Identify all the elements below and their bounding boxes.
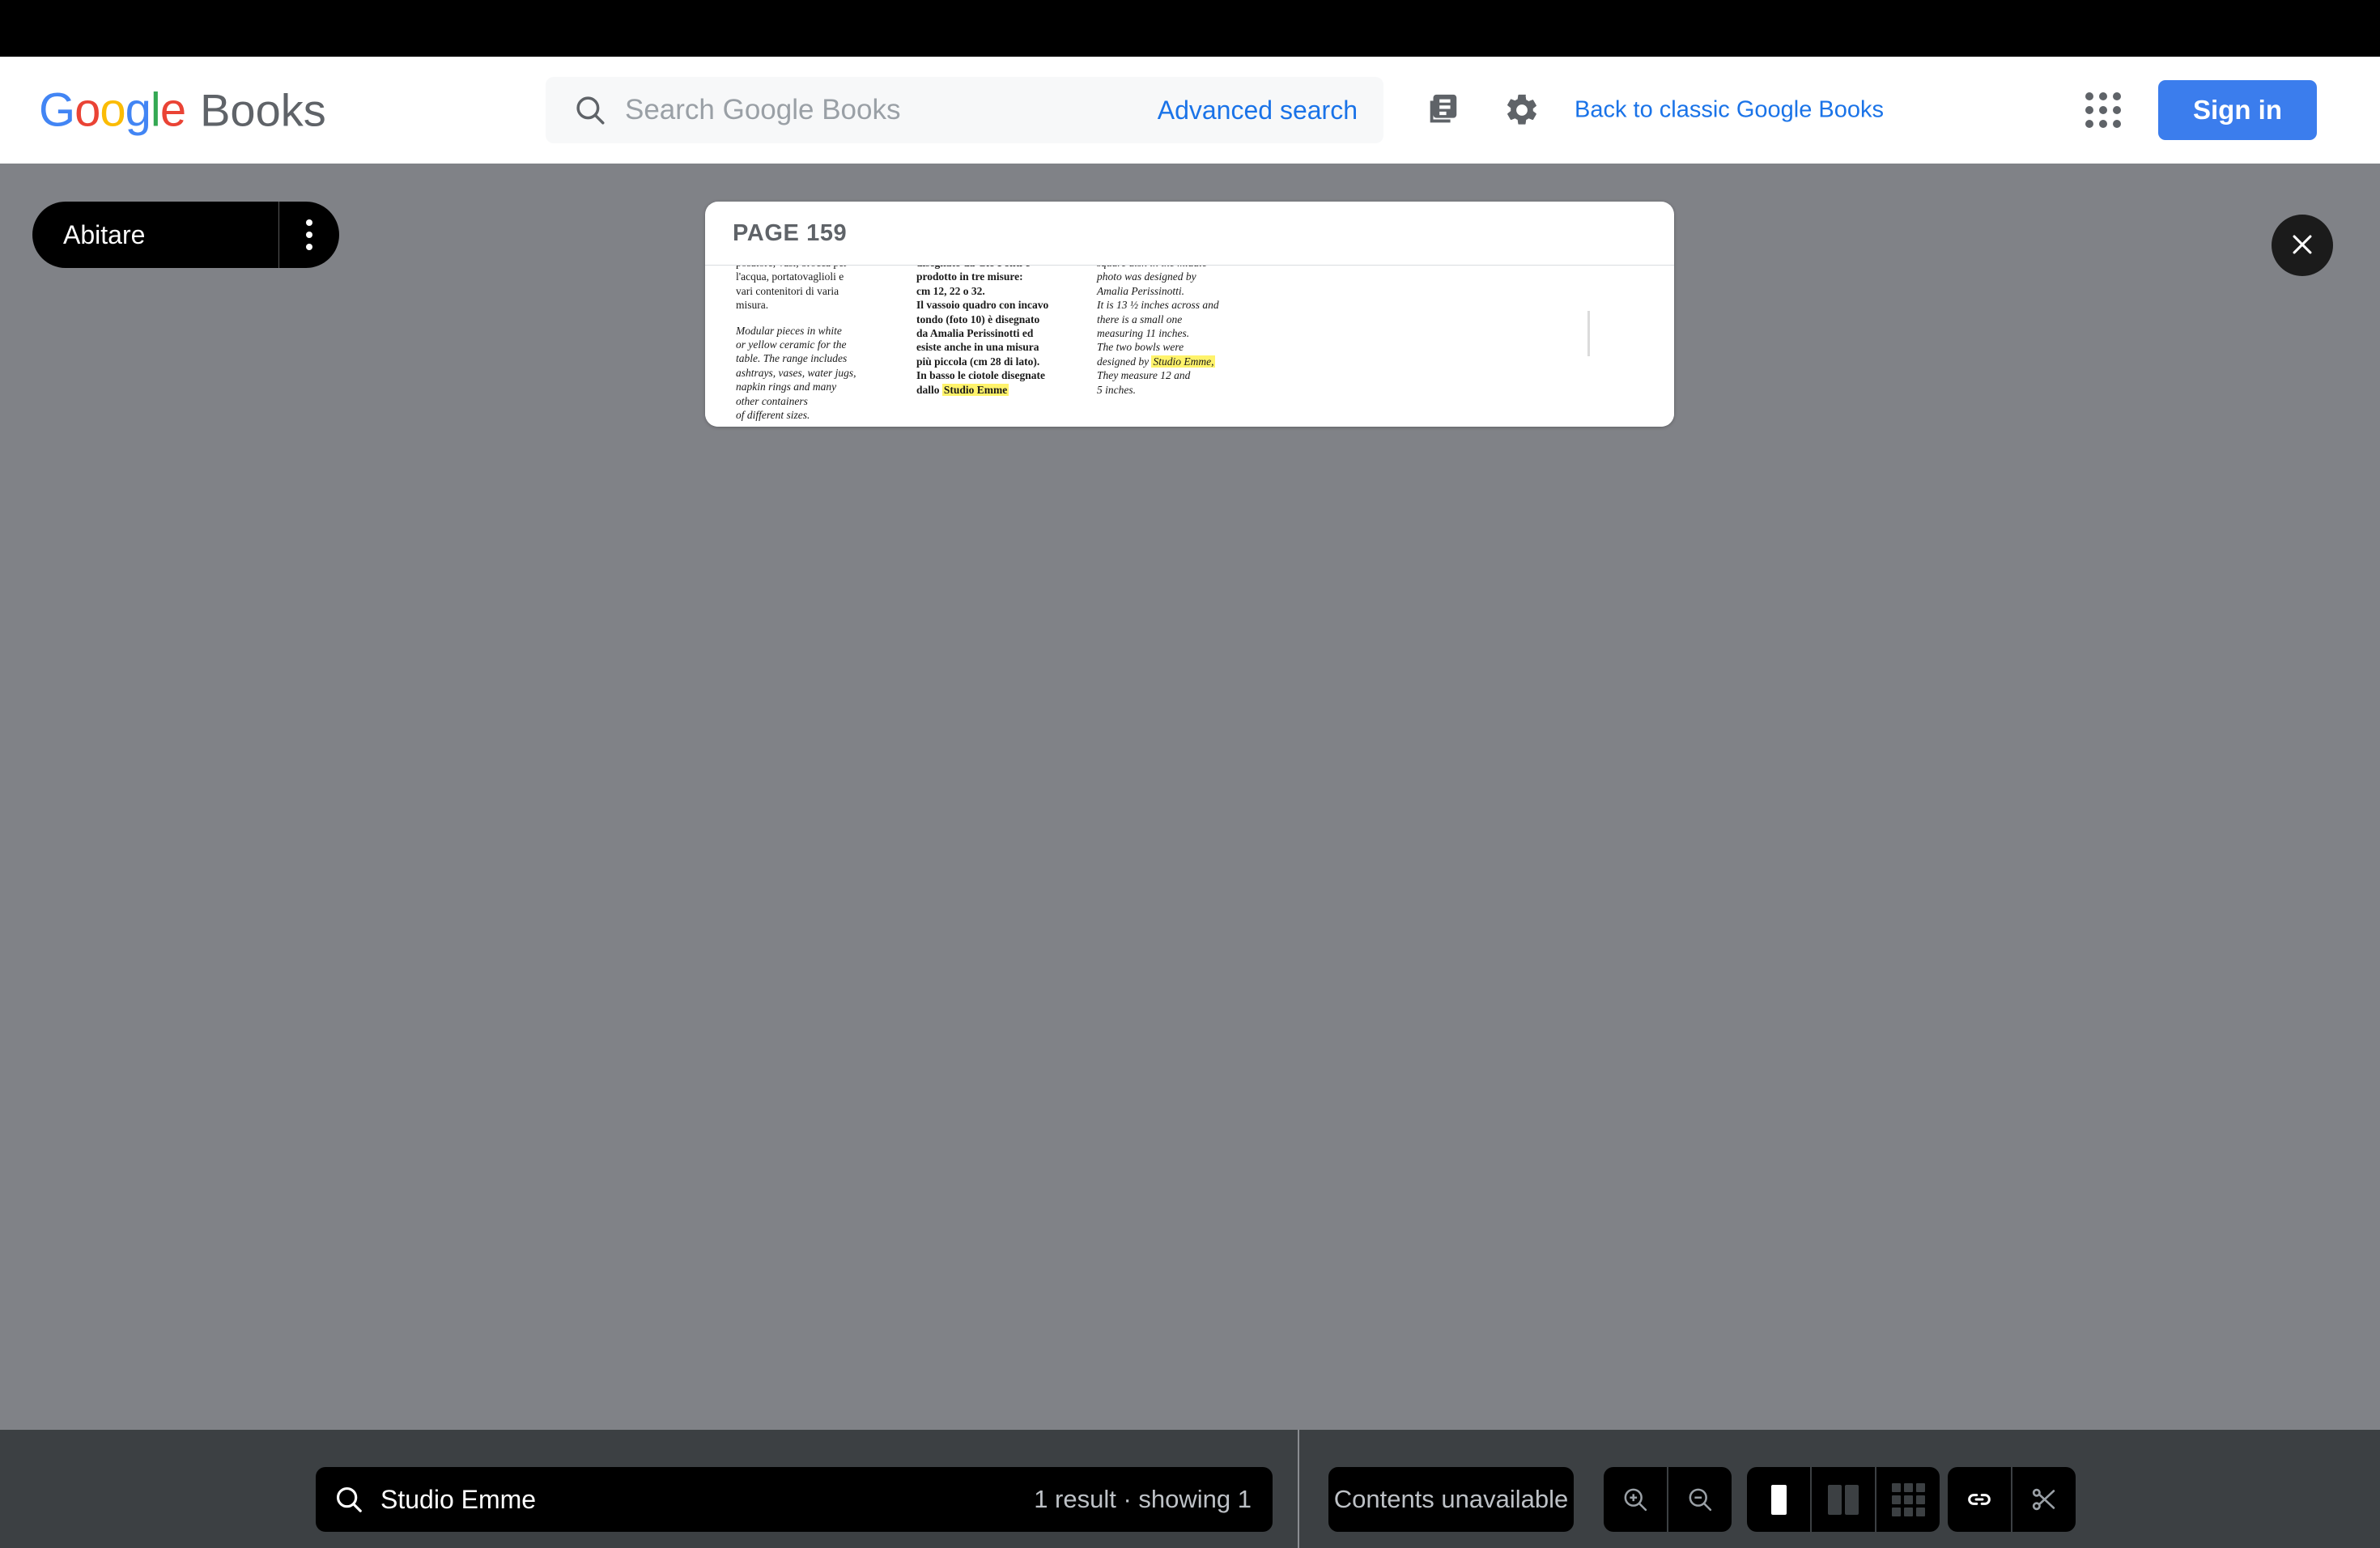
snippet-line-with-match: dallo Studio Emme [916, 383, 1074, 397]
snippet-line: tondo (foto 10) è disegnato [916, 313, 1040, 325]
google-books-logo[interactable]: Google Books [39, 83, 326, 138]
page-number-label: PAGE 159 [733, 219, 848, 246]
two-page-icon[interactable] [1812, 1467, 1875, 1532]
snippet-paragraph-gap [736, 313, 894, 324]
google-wordmark: Google [39, 83, 186, 137]
snippet-line: misura. [736, 299, 769, 312]
zoom-out-icon[interactable] [1668, 1467, 1732, 1532]
sign-in-button[interactable]: Sign in [2158, 80, 2317, 140]
find-result-count: 1 result · showing 1 [1034, 1485, 1252, 1513]
snippet-line: of different sizes. [736, 409, 810, 422]
snippet-line: prodotto in tre misure: [916, 270, 1023, 283]
close-icon [2289, 231, 2316, 261]
snippet-line: In basso le ciotole disegnate [916, 369, 1046, 382]
snippet-line-prefix: designed by [1097, 355, 1152, 368]
snippet-page-image[interactable]: posatore, vasi, brocca per l'acqua, port… [705, 266, 1674, 427]
search-match-highlight: Studio Emme [941, 383, 1009, 396]
snippet-line: Amalia Perissinotti. [1097, 284, 1184, 297]
back-to-classic-link[interactable]: Back to classic Google Books [1575, 97, 1884, 124]
gear-icon[interactable] [1496, 84, 1548, 136]
snippet-line: It is 13 ½ inches across and [1097, 299, 1219, 312]
zoom-button-group [1604, 1467, 1732, 1532]
advanced-search-link[interactable]: Advanced search [1158, 96, 1358, 125]
books-wordmark: Books [200, 84, 326, 136]
snippet-card-header: PAGE 159 [705, 202, 1674, 266]
zoom-in-icon[interactable] [1604, 1467, 1667, 1532]
more-vert-icon[interactable] [279, 202, 339, 268]
page-layout-group [1747, 1467, 1940, 1532]
search-match-highlight: Studio Emme, [1151, 355, 1216, 368]
snippet-line: cm 12, 22 o 32. [916, 284, 985, 297]
snippet-line-with-match: designed by Studio Emme, [1097, 355, 1255, 368]
contents-label: Contents unavailable [1333, 1485, 1569, 1513]
snippet-line: or yellow ceramic for the [736, 338, 847, 351]
snippet-line-prefix: dallo [916, 383, 942, 396]
library-books-icon[interactable] [1417, 84, 1468, 136]
toolbar-divider [1298, 1430, 1299, 1548]
single-page-icon[interactable] [1747, 1467, 1810, 1532]
book-title-label: Abitare [63, 219, 146, 249]
snippet-line: table. The range includes [736, 352, 848, 365]
apps-grid-icon[interactable] [2082, 89, 2124, 131]
browser-chrome-strip [0, 0, 2380, 57]
snippet-line: Modular pieces in white [736, 324, 842, 337]
snippet-line: Il vassoio quadro con incavo [916, 299, 1049, 312]
find-in-book-input[interactable] [380, 1484, 1035, 1515]
scissors-icon[interactable] [2012, 1467, 2076, 1532]
snippet-line: esiste anche in una misura [916, 341, 1039, 354]
search-icon [573, 93, 607, 127]
snippet-line: They measure 12 and [1097, 369, 1191, 382]
close-button[interactable] [2272, 215, 2333, 276]
search-input[interactable] [625, 94, 1158, 126]
snippet-column-1: posatore, vasi, brocca per l'acqua, port… [736, 266, 894, 422]
snippet-line: measuring 11 inches. [1097, 327, 1190, 340]
snippet-line: ashtrays, vases, water jugs, [736, 366, 856, 379]
snippet-line: più piccola (cm 28 di lato). [916, 355, 1040, 368]
link-icon[interactable] [1948, 1467, 2011, 1532]
snippet-line: photo was designed by [1097, 270, 1196, 283]
page-edge-artifact [1587, 311, 1590, 356]
snippet-result-card[interactable]: PAGE 159 posatore, vasi, brocca per l'ac… [705, 202, 1674, 427]
share-tools-group [1948, 1467, 2076, 1532]
snippet-line: napkin rings and many [736, 381, 837, 393]
snippet-column-3: square dish in the middle photo was desi… [1097, 266, 1255, 422]
snippet-line: there is a small one [1097, 313, 1183, 325]
snippet-line: other containers [736, 394, 808, 407]
snippet-line: l'acqua, portatovaglioli e [736, 270, 844, 283]
thumbnail-grid-icon[interactable] [1876, 1467, 1940, 1532]
snippet-line: 5 inches. [1097, 383, 1136, 396]
snippet-line: The two bowls were [1097, 341, 1184, 354]
contents-button[interactable]: Contents unavailable [1328, 1467, 1574, 1532]
app-header: Google Books Advanced search Back to cla… [0, 57, 2380, 164]
book-title-pill[interactable]: Abitare [32, 202, 339, 268]
search-box[interactable]: Advanced search [546, 77, 1383, 143]
snippet-line: vari contenitori di varia [736, 284, 839, 297]
search-icon [334, 1484, 364, 1515]
snippet-line: da Amalia Perissinotti ed [916, 327, 1034, 340]
find-in-book-field[interactable]: 1 result · showing 1 [316, 1467, 1273, 1532]
snippet-column-2: disegnato da Giò Ponti e prodotto in tre… [916, 266, 1074, 422]
